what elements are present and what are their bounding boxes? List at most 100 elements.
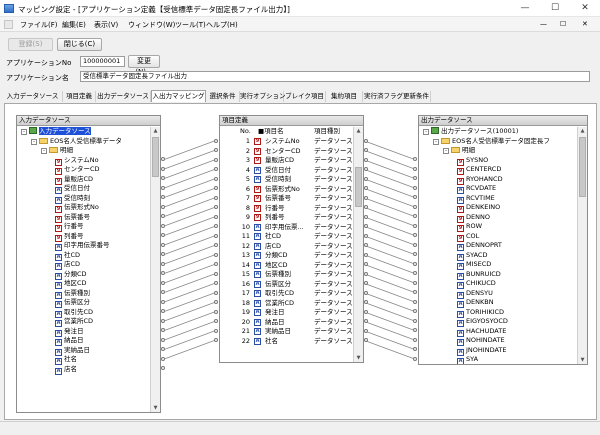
input-field-item[interactable]: 9 センターCD <box>19 165 149 175</box>
collapse-icon[interactable]: - <box>433 138 439 145</box>
scroll-down-icon[interactable]: ▼ <box>578 356 587 364</box>
menu-tools[interactable]: ツール(T) <box>175 20 206 30</box>
item-row[interactable]: 10 A 印字用伝票... データソース <box>222 223 353 233</box>
output-field-item[interactable]: 9 COL <box>421 232 576 242</box>
item-row[interactable]: 4 A 受信日付 データソース <box>222 166 353 176</box>
output-field-item[interactable]: A HACHUDATE <box>421 327 576 337</box>
tab-selection[interactable]: 選択条件 <box>206 91 240 102</box>
output-field-item[interactable]: A SYACD <box>421 251 576 261</box>
output-field-item[interactable]: A SYA <box>421 355 576 364</box>
maximize-button[interactable]: ☐ <box>540 0 570 16</box>
input-field-item[interactable]: A 実納品日 <box>19 346 149 356</box>
input-scrollbar[interactable]: ▲ ▼ <box>150 127 160 412</box>
item-row[interactable]: 12 A 店CD データソース <box>222 242 353 252</box>
scroll-thumb[interactable] <box>152 137 159 177</box>
input-field-item[interactable]: A 取引先CD <box>19 308 149 318</box>
scroll-up-icon[interactable]: ▲ <box>578 127 587 135</box>
input-field-item[interactable]: A 社名 <box>19 355 149 365</box>
output-tree-node1[interactable]: - EOS名人受信標準データ固定長フ <box>421 137 576 147</box>
minimize-button[interactable]: — <box>510 0 540 16</box>
menu-window[interactable]: ウィンドウ(W) <box>128 20 175 30</box>
input-field-item[interactable]: A 伝票区分 <box>19 298 149 308</box>
tab-item-definition[interactable]: 項目定義 <box>63 91 96 102</box>
item-row[interactable]: 7 9 伝票番号 データソース <box>222 194 353 204</box>
collapse-icon[interactable]: - <box>423 129 429 135</box>
item-row[interactable]: 19 A 発注日 データソース <box>222 308 353 318</box>
child-minimize-button[interactable]: — <box>540 20 547 28</box>
input-tree-node1[interactable]: - EOS名人受信標準データ <box>19 137 149 147</box>
scroll-up-icon[interactable]: ▲ <box>354 127 363 135</box>
tab-break[interactable]: ブレイク項目 <box>284 91 326 102</box>
input-field-item[interactable]: 9 伝票形式No <box>19 203 149 213</box>
output-field-item[interactable]: A CHIKUCD <box>421 279 576 289</box>
output-tree-node2[interactable]: - 明細 <box>421 146 576 156</box>
input-field-item[interactable]: 9 列番号 <box>19 232 149 242</box>
collapse-icon[interactable]: - <box>31 138 37 145</box>
item-row[interactable]: 11 A 社CD データソース <box>222 232 353 242</box>
scroll-down-icon[interactable]: ▼ <box>151 404 160 412</box>
input-field-item[interactable]: A 営業所CD <box>19 317 149 327</box>
input-field-item[interactable]: A 納品日 <box>19 336 149 346</box>
output-scrollbar[interactable]: ▲ ▼ <box>577 127 587 364</box>
input-field-item[interactable]: 9 伝票番号 <box>19 213 149 223</box>
item-scrollbar[interactable]: ▲ ▼ <box>353 127 363 362</box>
change-button[interactable]: 変更(N)... <box>128 55 160 76</box>
item-row[interactable]: 14 A 地区CD データソース <box>222 261 353 271</box>
input-field-item[interactable]: A 受信時刻 <box>19 194 149 204</box>
output-field-item[interactable]: A DENSYU <box>421 289 576 299</box>
tab-options[interactable]: 実行オプション <box>240 91 286 102</box>
menu-view[interactable]: 表示(V) <box>94 20 118 30</box>
collapse-icon[interactable]: - <box>443 148 449 154</box>
collapse-icon[interactable]: - <box>21 129 27 135</box>
input-field-item[interactable]: A 印字用伝票番号 <box>19 241 149 251</box>
item-row[interactable]: 21 A 実納品日 データソース <box>222 327 353 337</box>
input-field-item[interactable]: 9 システムNo <box>19 156 149 166</box>
menu-help[interactable]: ヘルプ(H) <box>206 20 238 30</box>
collapse-icon[interactable]: - <box>41 148 47 154</box>
tab-input-datasource[interactable]: 入力データソース <box>3 91 63 102</box>
input-field-item[interactable]: 9 行番号 <box>19 222 149 232</box>
output-field-item[interactable]: 9 ROW <box>421 222 576 232</box>
item-row[interactable]: 3 9 量販店CD データソース <box>222 156 353 166</box>
item-row[interactable]: 1 9 システムNo データソース <box>222 137 353 147</box>
output-tree-root[interactable]: - 出力データソース(10001) <box>421 127 576 137</box>
child-close-button[interactable]: ✕ <box>582 20 588 28</box>
tab-aggregate[interactable]: 集約項目 <box>326 91 363 102</box>
output-field-item[interactable]: A NOHINDATE <box>421 336 576 346</box>
item-row[interactable]: 18 A 営業所CD データソース <box>222 299 353 309</box>
child-maximize-button[interactable]: ☐ <box>560 20 566 28</box>
output-field-item[interactable]: A DENNOPRT <box>421 241 576 251</box>
input-field-item[interactable]: A 店名 <box>19 365 149 375</box>
tab-output-datasource[interactable]: 出力データソース <box>96 91 151 102</box>
input-field-item[interactable]: A 店CD <box>19 260 149 270</box>
output-field-item[interactable]: A EIGYOSYOCD <box>421 317 576 327</box>
save-button[interactable]: 登録(S) <box>8 38 53 51</box>
input-field-item[interactable]: A 社CD <box>19 251 149 261</box>
tab-io-mapping[interactable]: 入出力マッピング <box>151 90 206 102</box>
item-row[interactable]: 2 9 センターCD データソース <box>222 147 353 157</box>
item-row[interactable]: 5 A 受信時刻 データソース <box>222 175 353 185</box>
input-field-item[interactable]: 9 量販店CD <box>19 175 149 185</box>
item-row[interactable]: 22 A 社名 データソース <box>222 337 353 347</box>
output-field-item[interactable]: 9 DENNO <box>421 213 576 223</box>
scroll-thumb[interactable] <box>579 137 586 197</box>
appname-field[interactable]: 受信標準データ固定長ファイル出力 <box>80 71 590 82</box>
output-field-item[interactable]: A RCVTIME <box>421 194 576 204</box>
input-tree-root[interactable]: - 入力データソース <box>19 127 149 137</box>
close-window-button[interactable]: ✕ <box>570 0 600 16</box>
input-tree-node2[interactable]: - 明細 <box>19 146 149 156</box>
output-field-item[interactable]: A DENKBN <box>421 298 576 308</box>
input-field-item[interactable]: A 地区CD <box>19 279 149 289</box>
scroll-down-icon[interactable]: ▼ <box>354 354 363 362</box>
output-field-item[interactable]: A BUNRUICD <box>421 270 576 280</box>
input-field-item[interactable]: A 受信日付 <box>19 184 149 194</box>
item-row[interactable]: 20 A 納品日 データソース <box>222 318 353 328</box>
menu-file[interactable]: ファイル(F) <box>20 20 58 30</box>
item-row[interactable]: 8 9 行番号 データソース <box>222 204 353 214</box>
input-field-item[interactable]: A 分類CD <box>19 270 149 280</box>
close-button[interactable]: 閉じる(C) <box>57 38 102 51</box>
item-row[interactable]: 13 A 分類CD データソース <box>222 251 353 261</box>
tab-flag-update[interactable]: 実行済フラグ更新条件 <box>363 91 431 102</box>
output-field-item[interactable]: A TORIHIKICD <box>421 308 576 318</box>
item-row[interactable]: 9 9 列番号 データソース <box>222 213 353 223</box>
